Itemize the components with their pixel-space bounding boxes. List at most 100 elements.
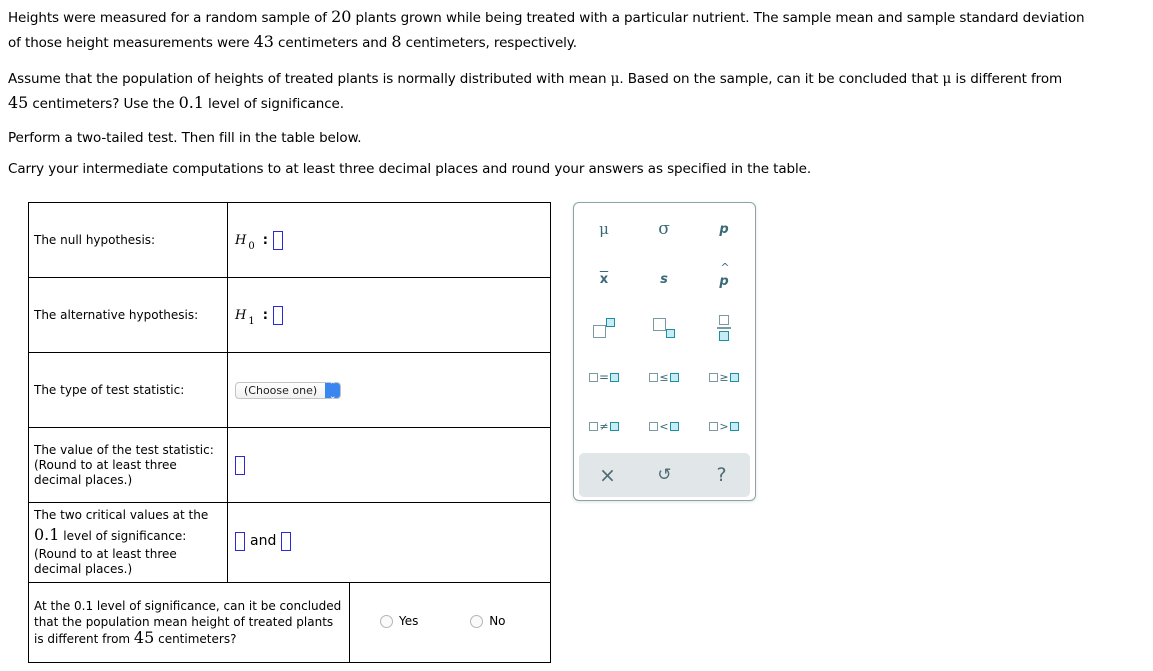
h1-symbol: H: [235, 307, 247, 323]
greater-equal-button[interactable]: ≥: [694, 368, 754, 386]
yes-label: Yes: [399, 614, 419, 629]
problem-paragraph-1: Heights were measured for a random sampl…: [8, 5, 1085, 55]
subscript-icon: [651, 318, 677, 338]
answer-table: The null hypothesis: H0: The alternative…: [28, 202, 551, 663]
critical-value-1-input[interactable]: [235, 531, 245, 551]
chevron-updown-icon: ⌃ ⌃: [325, 382, 341, 399]
op: >: [719, 419, 729, 433]
test-type-label: The type of test statistic:: [28, 352, 228, 428]
greater-than-icon: >: [709, 419, 739, 433]
greater-than-button[interactable]: >: [694, 417, 754, 435]
close-icon: ×: [599, 463, 616, 487]
palette-row-5: ≠ < >: [574, 417, 755, 435]
text: is different from: [34, 632, 134, 646]
colon: :: [262, 307, 268, 323]
text: Heights were measured for a random sampl…: [8, 10, 332, 26]
equals-icon: =: [588, 370, 620, 384]
help-button[interactable]: ?: [693, 453, 750, 497]
less-than-button[interactable]: <: [634, 417, 694, 435]
text: The two critical values at the: [34, 508, 209, 522]
mu-symbol: μ: [942, 71, 952, 87]
null-hypothesis-cell: H0:: [227, 202, 551, 278]
clear-button[interactable]: ×: [579, 453, 636, 497]
critical-values-cell: and: [227, 502, 551, 583]
less-equal-button[interactable]: ≤: [634, 368, 694, 386]
conclusion-label: At the 0.1 level of significance, can it…: [28, 582, 350, 663]
not-equal-icon: ≠: [589, 420, 619, 433]
text: is different from: [951, 71, 1063, 87]
row-critical-values: The two critical values at the 0.1 level…: [28, 502, 551, 583]
test-type-cell: (Choose one) ⌃ ⌃: [227, 352, 551, 428]
text: level of significance:: [59, 529, 187, 543]
alt-hypothesis-input[interactable]: [272, 305, 283, 325]
text: . Based on the sample, can it be conclud…: [619, 71, 943, 87]
not-equal-button[interactable]: ≠: [574, 417, 634, 435]
problem-instruction-1: Perform a two-tailed test. Then fill in …: [8, 130, 362, 146]
test-statistic-input[interactable]: [235, 455, 245, 475]
text: that the population mean height of treat…: [34, 615, 334, 629]
s-button[interactable]: s: [634, 266, 694, 292]
mu-button[interactable]: μ: [574, 217, 634, 241]
p-button[interactable]: p: [694, 217, 754, 241]
xbar-icon: x: [599, 271, 609, 287]
text: centimeters?: [154, 632, 237, 646]
sigma-button[interactable]: σ: [634, 217, 694, 241]
text: decimal places.): [34, 562, 133, 576]
subscript-button[interactable]: [634, 313, 694, 343]
h1-subscript: 1: [248, 315, 255, 327]
null-hypothesis-label: The null hypothesis:: [28, 202, 228, 278]
yes-radio[interactable]: Yes: [380, 614, 418, 628]
no-radio[interactable]: No: [470, 614, 506, 629]
xbar-button[interactable]: x: [574, 266, 634, 292]
text: (Round to at least three: [34, 457, 177, 472]
palette-row-4: = ≤ ≥: [574, 368, 755, 386]
less-equal-icon: ≤: [649, 370, 679, 384]
palette-row-1: μ σ p: [574, 217, 755, 241]
op: ≥: [719, 370, 729, 384]
op: <: [659, 419, 669, 433]
text: At the 0.1 level of significance, can it…: [34, 599, 342, 613]
fraction-button[interactable]: [694, 313, 754, 343]
text: level of significance.: [203, 96, 344, 112]
hypothesized-mean: 45: [8, 93, 29, 112]
less-than-icon: <: [649, 419, 679, 433]
equals-button[interactable]: =: [574, 368, 634, 386]
test-statistic-type-select[interactable]: (Choose one) ⌃ ⌃: [235, 381, 342, 399]
radio-circle[interactable]: [380, 614, 393, 628]
no-label: No: [489, 614, 506, 629]
critical-value-2-input[interactable]: [281, 531, 292, 551]
significance-level: 0.1: [34, 525, 60, 544]
text: centimeters? Use the: [28, 96, 179, 112]
hypothesized-mean: 45: [133, 628, 155, 647]
text: Assume that the population of heights of…: [8, 71, 611, 87]
critical-values-label: The two critical values at the 0.1 level…: [28, 502, 228, 583]
text: centimeters, respectively.: [401, 35, 577, 51]
h0-subscript: 0: [248, 240, 255, 252]
undo-icon: ↺: [657, 465, 672, 485]
radio-circle[interactable]: [470, 614, 484, 628]
sample-size: 20: [331, 7, 352, 26]
help-icon: ?: [716, 464, 727, 486]
text: centimeters and: [273, 35, 392, 51]
text: plants grown while being treated with a …: [351, 10, 1085, 26]
problem-instruction-2: Carry your intermediate computations to …: [8, 161, 812, 177]
row-null-hypothesis: The null hypothesis: H0:: [28, 202, 551, 278]
row-test-value: The value of the test statistic: (Round …: [28, 427, 551, 503]
undo-button[interactable]: ↺: [636, 453, 693, 497]
text: of those height measurements were: [8, 35, 254, 51]
colon: :: [262, 232, 268, 248]
significance-level: 0.1: [178, 93, 204, 112]
palette-row-3: [574, 313, 755, 343]
s-icon: s: [660, 271, 668, 287]
and-text: and: [250, 533, 277, 549]
phat-button[interactable]: ^ p: [694, 261, 754, 292]
sample-mean: 43: [253, 32, 274, 51]
palette-row-2: x s ^ p: [574, 261, 755, 292]
row-conclusion: At the 0.1 level of significance, can it…: [28, 582, 551, 663]
p-icon: p: [719, 221, 729, 237]
null-hypothesis-input[interactable]: [272, 230, 283, 250]
superscript-button[interactable]: [574, 313, 634, 343]
test-value-label: The value of the test statistic: (Round …: [28, 427, 228, 503]
op: ≤: [659, 370, 669, 384]
alt-hypothesis-cell: H1:: [227, 277, 551, 353]
